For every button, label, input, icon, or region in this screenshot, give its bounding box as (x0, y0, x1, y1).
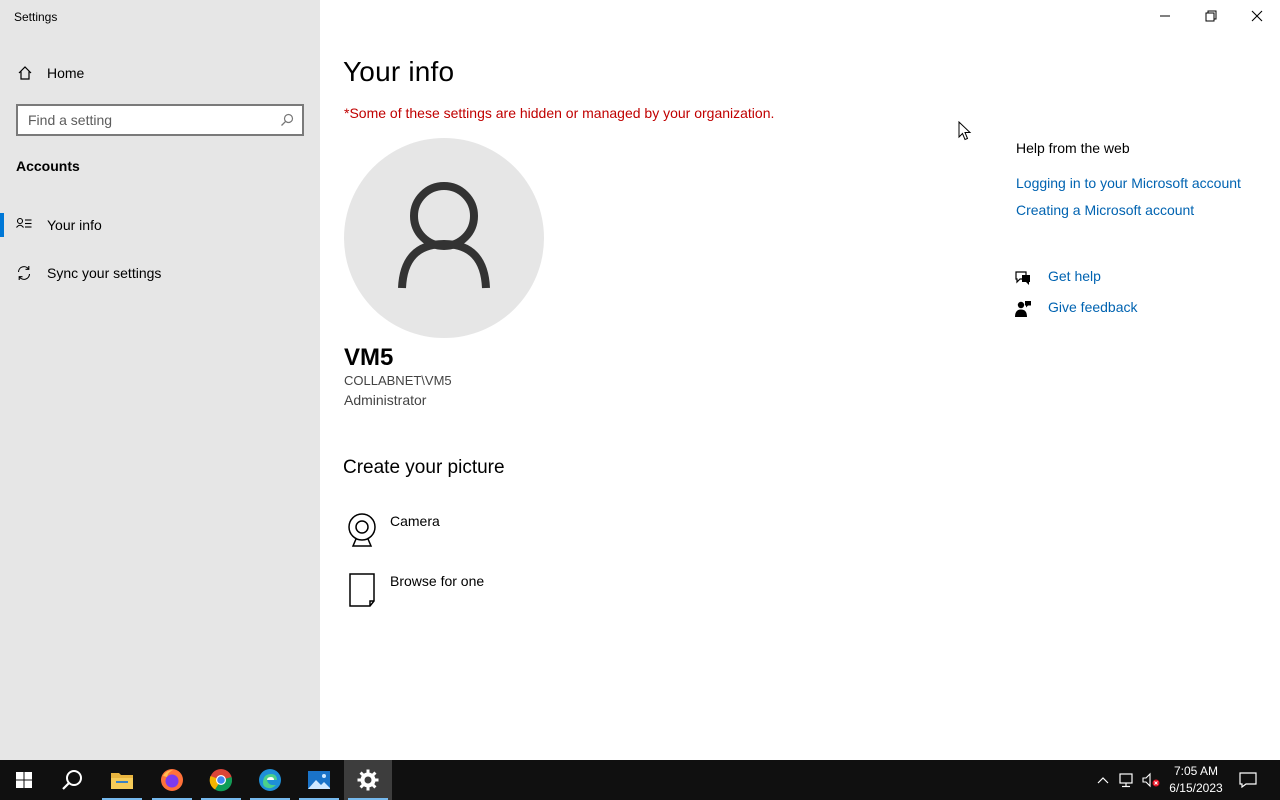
start-button[interactable] (0, 760, 48, 800)
avatar (344, 138, 544, 338)
minimize-icon (1160, 15, 1170, 17)
search-icon (62, 770, 82, 790)
browse-option-label: Browse for one (390, 573, 485, 589)
restore-icon (1205, 10, 1217, 22)
clock-date: 6/15/2023 (1169, 781, 1223, 795)
user-name: VM5 (344, 344, 394, 371)
search-input[interactable] (18, 106, 276, 134)
mouse-cursor-icon (958, 121, 972, 141)
camera-icon (344, 513, 380, 549)
user-domain: COLLABNET\VM5 (344, 373, 452, 388)
person-list-icon (16, 217, 32, 233)
volume-muted-icon (1142, 772, 1160, 788)
sync-icon (16, 265, 32, 281)
home-icon (17, 65, 33, 81)
photos-icon (308, 771, 330, 789)
person-icon (398, 182, 490, 289)
get-help-icon (1014, 269, 1032, 287)
minimize-button[interactable] (1142, 0, 1188, 32)
taskbar-settings[interactable] (344, 760, 392, 800)
settings-icon (357, 769, 379, 791)
browse-file-icon (344, 573, 380, 609)
start-icon (16, 772, 32, 788)
file-explorer-icon (111, 773, 133, 789)
user-role: Administrator (344, 392, 427, 408)
volume-tray-button[interactable] (1140, 760, 1162, 800)
show-hidden-icons-button[interactable] (1094, 760, 1112, 800)
taskbar-firefox[interactable] (148, 760, 196, 800)
sidebar: Settings Home Accounts Your info Sync y (0, 0, 320, 760)
help-from-web-title: Help from the web (1016, 140, 1130, 156)
taskbar-chrome[interactable] (197, 760, 245, 800)
taskbar: 7:05 AM 6/15/2023 (0, 760, 1280, 800)
notifications-icon (1239, 772, 1257, 788)
help-link-create-account[interactable]: Creating a Microsoft account (1016, 202, 1194, 218)
get-help-link[interactable]: Get help (1014, 267, 1214, 289)
close-icon (1251, 10, 1263, 22)
taskbar-edge[interactable] (246, 760, 294, 800)
edge-icon (259, 769, 281, 791)
nav-home[interactable]: Home (0, 58, 320, 88)
taskbar-photos[interactable] (295, 760, 343, 800)
chevron-up-icon (1097, 777, 1109, 784)
sidebar-item-sync-settings[interactable]: Sync your settings (0, 255, 320, 291)
section-title-accounts: Accounts (16, 158, 80, 174)
feedback-icon (1014, 300, 1032, 318)
camera-option[interactable]: Camera (344, 513, 544, 557)
taskbar-clock[interactable]: 7:05 AM 6/15/2023 (1162, 763, 1230, 799)
camera-option-label: Camera (390, 513, 440, 529)
network-icon (1119, 773, 1133, 788)
give-feedback-link[interactable]: Give feedback (1014, 298, 1214, 320)
close-button[interactable] (1234, 0, 1280, 32)
create-picture-heading: Create your picture (343, 457, 505, 478)
chrome-icon (209, 769, 233, 792)
help-link-logging-in[interactable]: Logging in to your Microsoft account (1016, 175, 1241, 191)
sidebar-item-label: Your info (47, 217, 102, 233)
clock-time: 7:05 AM (1173, 764, 1219, 778)
give-feedback-label: Give feedback (1048, 299, 1138, 315)
get-help-label: Get help (1048, 268, 1101, 284)
page-title: Your info (343, 56, 455, 87)
sidebar-item-label: Sync your settings (47, 265, 162, 281)
sidebar-item-your-info[interactable]: Your info (0, 207, 320, 243)
network-tray-button[interactable] (1116, 760, 1138, 800)
window-title: Settings (14, 10, 58, 24)
search-icon[interactable] (280, 113, 294, 127)
settings-window: Settings Home Accounts Your info Sync y (0, 0, 1280, 760)
restore-button[interactable] (1188, 0, 1234, 32)
nav-home-label: Home (47, 65, 85, 81)
action-center-button[interactable] (1234, 760, 1262, 800)
taskbar-file-explorer[interactable] (98, 760, 146, 800)
taskbar-search-button[interactable] (48, 760, 96, 800)
org-managed-notice: *Some of these settings are hidden or ma… (344, 105, 775, 121)
browse-option[interactable]: Browse for one (344, 573, 544, 617)
firefox-icon (161, 769, 183, 791)
search-box (16, 104, 304, 136)
